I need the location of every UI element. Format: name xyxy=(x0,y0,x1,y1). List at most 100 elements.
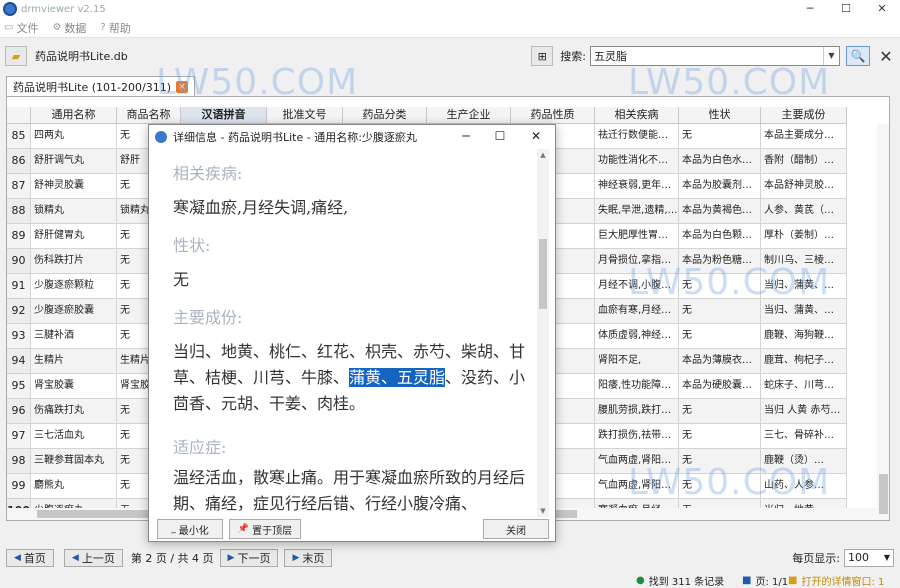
grid-vertical-scrollbar[interactable] xyxy=(877,124,889,520)
dialog-minimize-button[interactable]: ─ xyxy=(451,125,481,149)
minimize-icon: _ xyxy=(171,524,176,534)
maximize-button[interactable]: ☐ xyxy=(828,0,864,18)
table-cell: 腰肌劳损,跌打… xyxy=(595,399,679,424)
column-header[interactable] xyxy=(7,107,31,124)
table-cell: 体质虚弱,神经… xyxy=(595,324,679,349)
dialog-scrollbar[interactable]: ▲ ▼ xyxy=(537,149,549,517)
row-number: 92 xyxy=(7,299,31,324)
prev-page-button[interactable]: ◀ 上一页 xyxy=(63,549,123,567)
column-header[interactable]: 药品分类 xyxy=(343,107,427,124)
status-page: ■ 页: 1/1 xyxy=(742,574,789,588)
section-text: 寒凝血瘀,月经失调,痛经, xyxy=(173,198,349,217)
table-cell: 当归、蒲黄、… xyxy=(761,299,847,324)
dialog-buttons: _ 最小化 📌 置于顶层 关闭 xyxy=(149,519,555,541)
menu-help[interactable]: ? 帮助 xyxy=(100,20,130,36)
row-number: 93 xyxy=(7,324,31,349)
dialog-close-button[interactable]: ✕ xyxy=(521,125,551,149)
table-cell: 巨大肥厚性胃… xyxy=(595,224,679,249)
per-page-label: 每页显示: xyxy=(792,552,840,565)
dialog-maximize-button[interactable]: ☐ xyxy=(485,125,515,149)
search-highlight: 蒲黄、五灵脂 xyxy=(349,368,446,387)
chevron-down-icon: ▼ xyxy=(883,553,891,562)
toolbar: ▰ 药品说明书Lite.db ⊞ 搜索: 五灵脂 ▼ 🔍 ✕ xyxy=(0,40,900,72)
pagination-bar: ◀ 首页 ◀ 上一页 第 2 页 / 共 4 页 ▶ 下一页 ▶ 末页 每页显示: 10… xyxy=(0,548,900,568)
column-header[interactable]: 性状 xyxy=(679,107,761,124)
page-size-area: 每页显示: 100 ▼ xyxy=(792,549,894,567)
chevron-down-icon[interactable]: ▼ xyxy=(823,47,839,65)
status-found: ● 找到 311 条记录 xyxy=(636,574,725,588)
table-cell: 舒肝健胃丸 xyxy=(31,224,117,249)
column-header[interactable]: 商品名称 xyxy=(117,107,181,124)
row-number: 98 xyxy=(7,449,31,474)
table-cell: 无 xyxy=(679,474,761,499)
clear-search-button[interactable]: ✕ xyxy=(876,46,896,66)
column-header[interactable]: 汉语拼音 xyxy=(181,107,267,124)
table-cell: 本品为粉色糖… xyxy=(679,249,761,274)
search-button[interactable]: 🔍 xyxy=(846,46,870,66)
table-cell: 月骨损位,挛指… xyxy=(595,249,679,274)
table-cell: 鹿鞭、海狗鞭… xyxy=(761,324,847,349)
table-cell: 四两丸 xyxy=(31,124,117,149)
table-cell: 无 xyxy=(679,449,761,474)
table-cell: 本品主要成分… xyxy=(761,124,847,149)
menu-bar: ▭ 文件 ⚙ 数据 ? 帮助 xyxy=(0,18,900,38)
column-header[interactable]: 生产企业 xyxy=(427,107,511,124)
minimize-button[interactable]: ─ xyxy=(792,0,828,18)
search-options-icon: ⊞ xyxy=(537,49,547,63)
page-info: 第 2 页 / 共 4 页 xyxy=(130,552,214,565)
row-number: 85 xyxy=(7,124,31,149)
table-cell: 肾宝胶囊 xyxy=(31,374,117,399)
column-header[interactable]: 相关疾病 xyxy=(595,107,679,124)
table-cell: 本品为硬胶囊… xyxy=(679,374,761,399)
row-number: 89 xyxy=(7,224,31,249)
column-header[interactable]: 药品性质 xyxy=(511,107,595,124)
table-cell: 月经不调,小腹… xyxy=(595,274,679,299)
title-bar: drmviewer v2.15 ─ ☐ ✕ xyxy=(0,0,900,18)
table-cell: 无 xyxy=(679,399,761,424)
tab-results[interactable]: 药品说明书Lite (101-200/311) × xyxy=(6,76,196,96)
last-page-button[interactable]: ▶ 末页 xyxy=(284,549,333,567)
search-options-button[interactable]: ⊞ xyxy=(531,46,554,66)
open-folder-button[interactable]: ▰ xyxy=(5,46,27,66)
dialog-close-text-button[interactable]: 关闭 xyxy=(483,519,549,539)
table-cell: 人参、黄芪（… xyxy=(761,199,847,224)
table-cell: 少腹逐瘀胶囊 xyxy=(31,299,117,324)
table-cell: 舒肝调气丸 xyxy=(31,149,117,174)
next-page-button[interactable]: ▶ 下一页 xyxy=(219,549,279,567)
table-cell: 无 xyxy=(679,124,761,149)
tab-close-icon[interactable]: × xyxy=(176,80,189,93)
table-cell: 跌打损伤,祛带… xyxy=(595,424,679,449)
window-title: drmviewer v2.15 xyxy=(21,3,106,15)
table-cell: 本品为黄褐色… xyxy=(679,199,761,224)
section-indications: 适应症: 温经活血，散寒止痛。用于寒凝血瘀所致的月经后期、痛经，症见行经后错、行… xyxy=(173,435,533,515)
table-cell: 舒神灵胶囊 xyxy=(31,174,117,199)
table-cell: 当归、蒲黄、… xyxy=(761,274,847,299)
first-page-button[interactable]: ◀ 首页 xyxy=(6,549,54,567)
section-text: 当归、地黄、桃仁、红花、枳壳、赤芍、柴胡、甘草、桔梗、川芎、牛膝、蒲黄、五灵脂、… xyxy=(173,342,526,413)
row-number: 95 xyxy=(7,374,31,399)
status-window: ■ 打开的详情窗口: 1 xyxy=(788,574,885,588)
row-number: 99 xyxy=(7,474,31,499)
scroll-thumb[interactable] xyxy=(539,239,547,309)
table-cell: 无 xyxy=(679,274,761,299)
detail-dialog: 详细信息 - 药品说明书Lite - 通用名称:少腹逐瘀丸 ─ ☐ ✕ 相关疾病… xyxy=(148,124,556,542)
per-page-select[interactable]: 100 ▼ xyxy=(844,549,894,567)
scroll-up-icon[interactable]: ▲ xyxy=(537,149,549,161)
table-cell: 本品为胶囊剂… xyxy=(679,174,761,199)
menu-file[interactable]: ▭ 文件 xyxy=(4,20,38,36)
search-input[interactable]: 五灵脂 ▼ xyxy=(590,46,840,66)
scroll-thumb[interactable] xyxy=(879,474,888,514)
window-controls: ─ ☐ ✕ xyxy=(792,0,900,18)
table-cell: 肾阳不足, xyxy=(595,349,679,374)
column-header[interactable]: 批准文号 xyxy=(267,107,343,124)
column-header[interactable]: 主要成份 xyxy=(761,107,847,124)
dialog-ontop-button[interactable]: 📌 置于顶层 xyxy=(229,519,301,539)
close-button[interactable]: ✕ xyxy=(864,0,900,18)
table-cell: 本品舒神灵胶… xyxy=(761,174,847,199)
scroll-down-icon[interactable]: ▼ xyxy=(537,505,549,517)
dialog-minimize-text-button[interactable]: _ 最小化 xyxy=(157,519,223,539)
prev-page-icon: ◀ xyxy=(71,553,79,563)
table-cell: 生精片 xyxy=(31,349,117,374)
column-header[interactable]: 通用名称 xyxy=(31,107,117,124)
menu-data[interactable]: ⚙ 数据 xyxy=(52,20,86,36)
